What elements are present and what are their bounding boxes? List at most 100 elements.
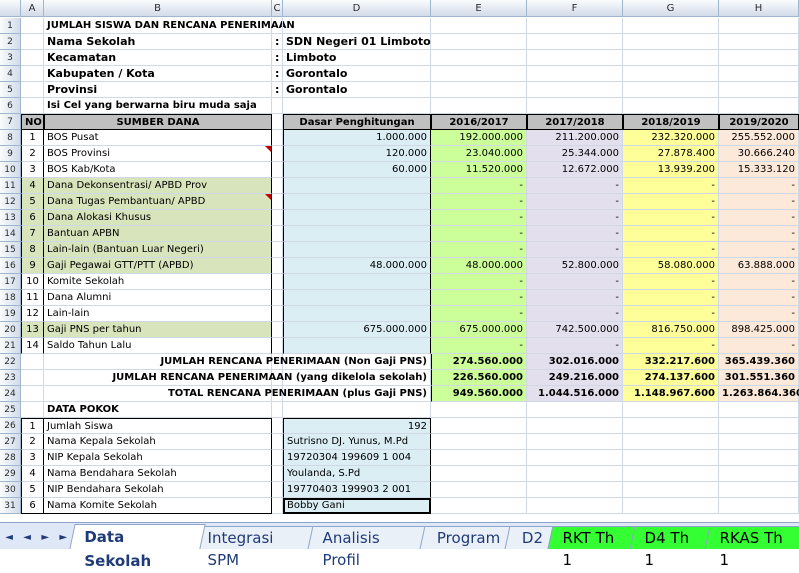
sumber-dana-name[interactable]: Bantuan APBN — [44, 226, 272, 242]
row-header[interactable]: 20 — [0, 322, 21, 338]
year-2-value[interactable]: - — [527, 274, 623, 290]
sumber-dana-name[interactable]: Dana Tugas Pembantuan/ APBD — [44, 194, 272, 210]
empty-cell[interactable] — [283, 18, 431, 34]
empty-cell[interactable] — [21, 34, 44, 50]
empty-cell[interactable] — [272, 306, 283, 322]
empty-cell[interactable] — [527, 402, 623, 418]
column-header-b[interactable]: B — [44, 0, 272, 17]
year-1-value[interactable]: 23.040.000 — [431, 146, 527, 162]
year-1-value[interactable]: - — [431, 178, 527, 194]
row-header[interactable]: 10 — [0, 162, 21, 178]
year-3-value[interactable]: - — [623, 178, 719, 194]
year-1-value[interactable]: - — [431, 274, 527, 290]
year-3-value[interactable]: 232.320.000 — [623, 130, 719, 146]
empty-cell[interactable] — [431, 482, 527, 498]
row-header[interactable]: 3 — [0, 50, 21, 66]
year-3-value[interactable]: - — [623, 194, 719, 210]
empty-cell[interactable] — [431, 18, 527, 34]
info-value[interactable]: Limboto — [283, 50, 431, 66]
row-header[interactable]: 19 — [0, 306, 21, 322]
total-year-4[interactable]: 301.551.360 — [719, 370, 799, 386]
dasar-input[interactable] — [283, 210, 431, 226]
dasar-input[interactable] — [283, 226, 431, 242]
year-4-value[interactable]: - — [719, 178, 799, 194]
data-pokok-value[interactable]: 192 — [283, 418, 431, 434]
dasar-input[interactable]: 48.000.000 — [283, 258, 431, 274]
year-3-value[interactable]: - — [623, 338, 719, 354]
column-header-e[interactable]: E — [431, 0, 527, 17]
empty-cell[interactable] — [272, 466, 283, 482]
total-year-2[interactable]: 249.216.000 — [527, 370, 623, 386]
info-label[interactable]: Kecamatan — [44, 50, 272, 66]
data-pokok-label[interactable]: Nama Bendahara Sekolah — [44, 466, 272, 482]
last-sheet-icon[interactable]: ► — [59, 532, 67, 543]
row-no[interactable]: 11 — [21, 290, 44, 306]
column-header-d[interactable]: D — [283, 0, 431, 17]
empty-cell[interactable] — [719, 418, 799, 434]
empty-cell[interactable] — [719, 82, 799, 98]
empty-cell[interactable] — [431, 450, 527, 466]
year-4-value[interactable]: - — [719, 306, 799, 322]
row-no[interactable]: 3 — [21, 162, 44, 178]
info-separator[interactable]: : — [272, 34, 283, 50]
empty-cell[interactable] — [623, 66, 719, 82]
row-no[interactable]: 7 — [21, 226, 44, 242]
row-header[interactable]: 11 — [0, 178, 21, 194]
info-label[interactable]: Nama Sekolah — [44, 34, 272, 50]
row-header[interactable]: 25 — [0, 402, 21, 418]
empty-cell[interactable] — [623, 18, 719, 34]
info-label[interactable]: Kabupaten / Kota — [44, 66, 272, 82]
empty-cell[interactable] — [272, 418, 283, 434]
sumber-dana-name[interactable]: BOS Pusat — [44, 130, 272, 146]
dasar-input[interactable] — [283, 178, 431, 194]
sumber-dana-name[interactable]: Dana Alumni — [44, 290, 272, 306]
empty-cell[interactable] — [623, 498, 719, 514]
empty-cell[interactable] — [719, 434, 799, 450]
empty-cell[interactable] — [272, 178, 283, 194]
column-header-c[interactable]: C — [272, 0, 283, 17]
row-header[interactable]: 23 — [0, 370, 21, 386]
year-4-value[interactable]: - — [719, 338, 799, 354]
dasar-input[interactable] — [283, 338, 431, 354]
spreadsheet-grid[interactable]: ABCDEFGH 1 JUMLAH SISWA DAN RENCANA PENER… — [0, 0, 799, 522]
row-no[interactable]: 5 — [21, 194, 44, 210]
empty-cell[interactable] — [272, 450, 283, 466]
total-label[interactable]: JUMLAH RENCANA PENERIMAAN (Non Gaji PNS) — [160, 354, 431, 370]
empty-cell[interactable] — [527, 50, 623, 66]
year-2-value[interactable]: - — [527, 194, 623, 210]
year-4-value[interactable]: 15.333.120 — [719, 162, 799, 178]
row-header[interactable]: 17 — [0, 274, 21, 290]
data-pokok-no[interactable]: 6 — [21, 498, 44, 514]
first-sheet-icon[interactable]: ◄ — [5, 532, 13, 543]
total-year-3[interactable]: 1.148.967.600 — [623, 386, 719, 402]
total-year-3[interactable]: 332.217.600 — [623, 354, 719, 370]
data-pokok-no[interactable]: 1 — [21, 418, 44, 434]
total-year-1[interactable]: 226.560.000 — [431, 370, 527, 386]
info-value[interactable]: Gorontalo — [283, 66, 431, 82]
year-1-value[interactable]: - — [431, 290, 527, 306]
row-header[interactable]: 4 — [0, 66, 21, 82]
empty-cell[interactable] — [431, 498, 527, 514]
year-2-value[interactable]: 12.672.000 — [527, 162, 623, 178]
year-1-value[interactable]: - — [431, 242, 527, 258]
row-no[interactable]: 8 — [21, 242, 44, 258]
empty-cell[interactable] — [623, 418, 719, 434]
empty-cell[interactable] — [21, 18, 44, 34]
year-3-value[interactable]: - — [623, 226, 719, 242]
row-no[interactable]: 2 — [21, 146, 44, 162]
empty-cell[interactable] — [623, 482, 719, 498]
empty-cell[interactable] — [21, 386, 44, 402]
data-pokok-value[interactable]: Sutrisno DJ. Yunus, M.Pd — [283, 434, 431, 450]
empty-cell[interactable] — [21, 354, 44, 370]
empty-cell[interactable] — [527, 82, 623, 98]
row-header[interactable]: 22 — [0, 354, 21, 370]
data-pokok-label[interactable]: Jumlah Siswa — [44, 418, 272, 434]
row-header[interactable]: 16 — [0, 258, 21, 274]
year-2-value[interactable]: 742.500.000 — [527, 322, 623, 338]
sumber-dana-name[interactable]: BOS Kab/Kota — [44, 162, 272, 178]
empty-cell[interactable] — [431, 418, 527, 434]
tab-analisis-profil[interactable]: Analisis Profil — [307, 526, 433, 569]
empty-cell[interactable] — [527, 98, 623, 114]
empty-cell[interactable] — [21, 82, 44, 98]
year-3-value[interactable]: 816.750.000 — [623, 322, 719, 338]
